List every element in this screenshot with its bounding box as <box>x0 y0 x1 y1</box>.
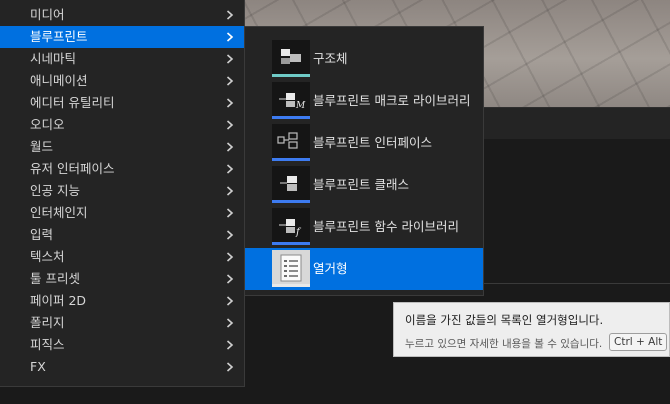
menu-item-cinematic[interactable]: 시네마틱 <box>0 48 244 70</box>
chevron-right-icon <box>225 246 235 268</box>
menu-item-editor-utility[interactable]: 에디터 유틸리티 <box>0 92 244 114</box>
menu-item-label: 텍스처 <box>30 249 65 264</box>
asset-category-menu: 미디어 블루프린트 시네마틱 애니메이션 에디터 유틸리티 오디오 월드 유저 … <box>0 0 245 387</box>
class-icon <box>272 166 310 203</box>
menu-item-label: 인공 지능 <box>30 183 80 198</box>
macro-library-icon: M <box>272 82 310 119</box>
enum-icon <box>272 250 310 287</box>
tooltip-shortcut-key: Ctrl + Alt <box>609 333 668 351</box>
menu-item-label: 페이퍼 2D <box>30 293 87 308</box>
submenu-item-class[interactable]: 블루프린트 클래스 <box>245 164 483 206</box>
chevron-right-icon <box>225 180 235 202</box>
chevron-right-icon <box>225 202 235 224</box>
svg-text:f: f <box>295 227 302 238</box>
enum-accent-bar <box>272 284 310 287</box>
chevron-right-icon <box>225 70 235 92</box>
chevron-right-icon <box>225 92 235 114</box>
submenu-item-label: 구조체 <box>313 51 348 66</box>
struct-icon <box>272 40 310 77</box>
chevron-right-icon <box>225 224 235 246</box>
menu-item-physics[interactable]: 피직스 <box>0 334 244 356</box>
menu-item-label: 시네마틱 <box>30 51 77 66</box>
tooltip-hint: 누르고 있으면 자세한 내용을 볼 수 있습니다. <box>405 338 603 350</box>
chevron-right-icon <box>225 290 235 312</box>
menu-item-label: 툴 프리셋 <box>30 271 80 286</box>
menu-item-foliage[interactable]: 폴리지 <box>0 312 244 334</box>
enum-tooltip: 이름을 가진 값들의 목록인 열거형입니다. 누르고 있으면 자세한 내용을 볼… <box>393 302 670 357</box>
menu-item-artificial-intelligence[interactable]: 인공 지능 <box>0 180 244 202</box>
menu-item-label: 폴리지 <box>30 315 65 330</box>
function-library-icon: f <box>272 208 310 245</box>
struct-accent-bar <box>272 74 310 77</box>
menu-item-label: 애니메이션 <box>30 73 88 88</box>
menu-item-label: 오디오 <box>30 117 65 132</box>
chevron-right-icon <box>225 136 235 158</box>
category-list: 미디어 블루프린트 시네마틱 애니메이션 에디터 유틸리티 오디오 월드 유저 … <box>0 4 244 378</box>
svg-text:M: M <box>295 101 306 111</box>
menu-item-audio[interactable]: 오디오 <box>0 114 244 136</box>
menu-item-label: 월드 <box>30 139 54 154</box>
menu-item-animation[interactable]: 애니메이션 <box>0 70 244 92</box>
function-accent-bar <box>272 242 310 245</box>
menu-item-label: 피직스 <box>30 337 65 352</box>
submenu-item-function-library[interactable]: f 블루프린트 함수 라이브러리 <box>245 206 483 248</box>
menu-item-world[interactable]: 월드 <box>0 136 244 158</box>
submenu-item-label: 블루프린트 클래스 <box>313 177 409 192</box>
submenu-item-interface[interactable]: 블루프린트 인터페이스 <box>245 122 483 164</box>
menu-item-texture[interactable]: 텍스처 <box>0 246 244 268</box>
menu-item-user-interface[interactable]: 유저 인터페이스 <box>0 158 244 180</box>
submenu-item-macro-library[interactable]: M 블루프린트 매크로 라이브러리 <box>245 80 483 122</box>
menu-item-tool-presets[interactable]: 툴 프리셋 <box>0 268 244 290</box>
submenu-item-label: 열거형 <box>313 261 348 276</box>
chevron-right-icon <box>225 4 235 26</box>
menu-item-media[interactable]: 미디어 <box>0 4 244 26</box>
menu-item-interchange[interactable]: 인터체인지 <box>0 202 244 224</box>
chevron-right-icon <box>225 48 235 70</box>
chevron-right-icon <box>225 334 235 356</box>
macro-accent-bar <box>272 116 310 119</box>
chevron-right-icon <box>225 26 235 48</box>
chevron-right-icon <box>225 356 235 378</box>
interface-icon <box>272 124 310 161</box>
submenu-item-label: 블루프린트 함수 라이브러리 <box>313 219 459 234</box>
menu-item-label: 입력 <box>30 227 54 242</box>
menu-item-input[interactable]: 입력 <box>0 224 244 246</box>
submenu-item-struct[interactable]: 구조체 <box>245 38 483 80</box>
chevron-right-icon <box>225 312 235 334</box>
blueprint-submenu: 구조체 M 블루프린트 매크로 라이브러리 블루프린트 인터페이스 블루프린트 … <box>245 26 484 296</box>
class-accent-bar <box>272 200 310 203</box>
menu-item-label: 인터체인지 <box>30 205 88 220</box>
menu-item-label: 유저 인터페이스 <box>30 161 115 176</box>
menu-item-blueprint[interactable]: 블루프린트 <box>0 26 244 48</box>
chevron-right-icon <box>225 158 235 180</box>
submenu-item-label: 블루프린트 인터페이스 <box>313 135 432 150</box>
chevron-right-icon <box>225 114 235 136</box>
tooltip-description: 이름을 가진 값들의 목록인 열거형입니다. <box>405 313 604 327</box>
menu-item-label: 에디터 유틸리티 <box>30 95 115 110</box>
menu-item-paper-2d[interactable]: 페이퍼 2D <box>0 290 244 312</box>
menu-item-label: FX <box>30 359 46 374</box>
menu-item-fx[interactable]: FX <box>0 356 244 378</box>
submenu-item-enum[interactable]: 열거형 <box>245 248 483 290</box>
menu-item-label: 블루프린트 <box>30 29 88 44</box>
chevron-right-icon <box>225 268 235 290</box>
submenu-item-label: 블루프린트 매크로 라이브러리 <box>313 93 471 108</box>
menu-item-label: 미디어 <box>30 7 65 22</box>
interface-accent-bar <box>272 158 310 161</box>
